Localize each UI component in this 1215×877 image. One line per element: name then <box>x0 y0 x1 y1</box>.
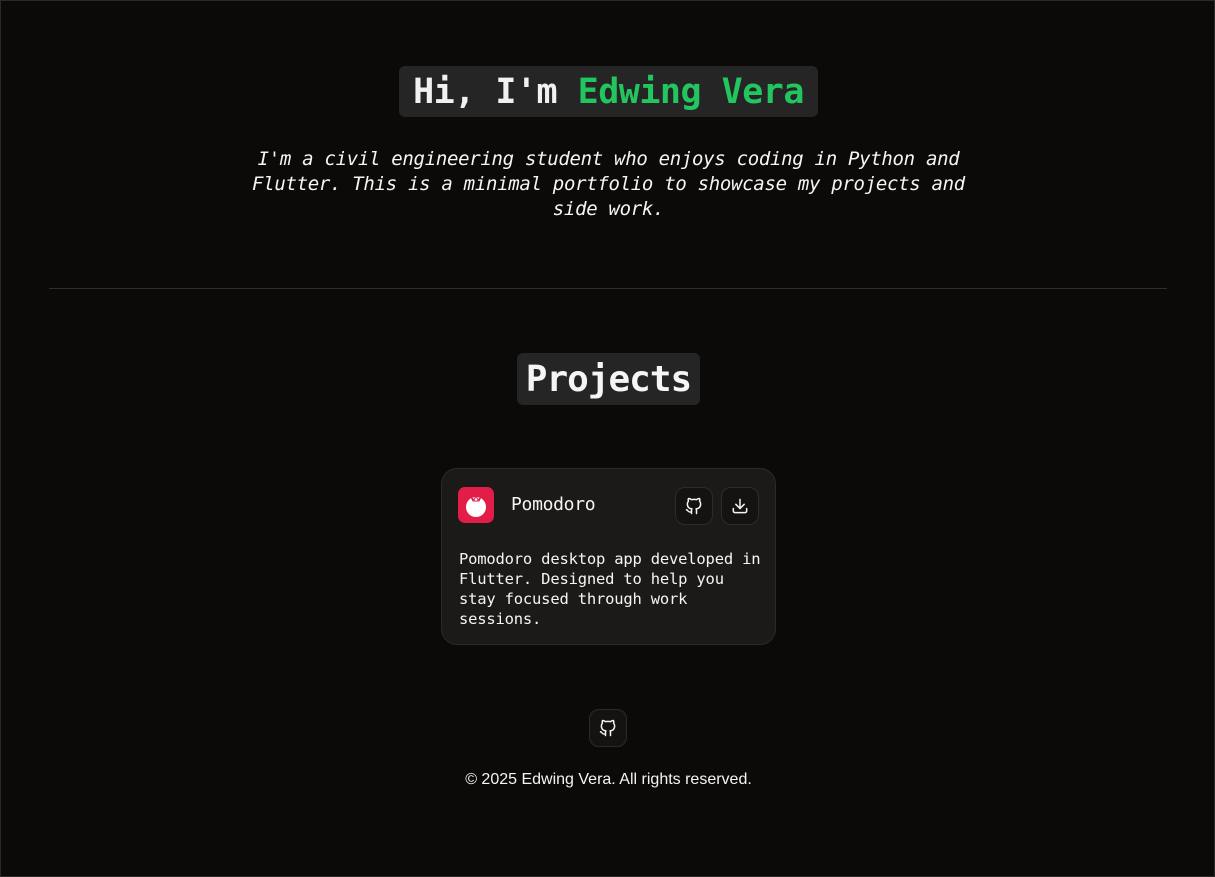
tomato-icon <box>458 487 494 523</box>
project-name: Pomodoro <box>511 494 596 515</box>
footer-copyright: © 2025 Edwing Vera. All rights reserved. <box>465 771 752 788</box>
projects-title: Projects <box>517 353 700 405</box>
project-description: Pomodoro desktop app developed in Flutte… <box>459 550 761 628</box>
project-github-button[interactable] <box>675 487 713 525</box>
intro-text: I'm a civil engineering student who enjo… <box>252 148 965 220</box>
github-icon <box>598 718 618 738</box>
project-card-pomodoro: Pomodoro Pomodoro desktop app developed … <box>441 468 776 645</box>
project-download-button[interactable] <box>721 487 759 525</box>
hero-name: Edwing Vera <box>577 71 805 112</box>
github-icon <box>684 496 704 516</box>
hero-title: Hi, I'm Edwing Vera <box>399 66 818 117</box>
footer-github-button[interactable] <box>589 709 627 747</box>
download-icon <box>730 496 750 516</box>
hero-greeting: Hi, I'm <box>413 71 578 112</box>
section-divider <box>49 288 1167 289</box>
